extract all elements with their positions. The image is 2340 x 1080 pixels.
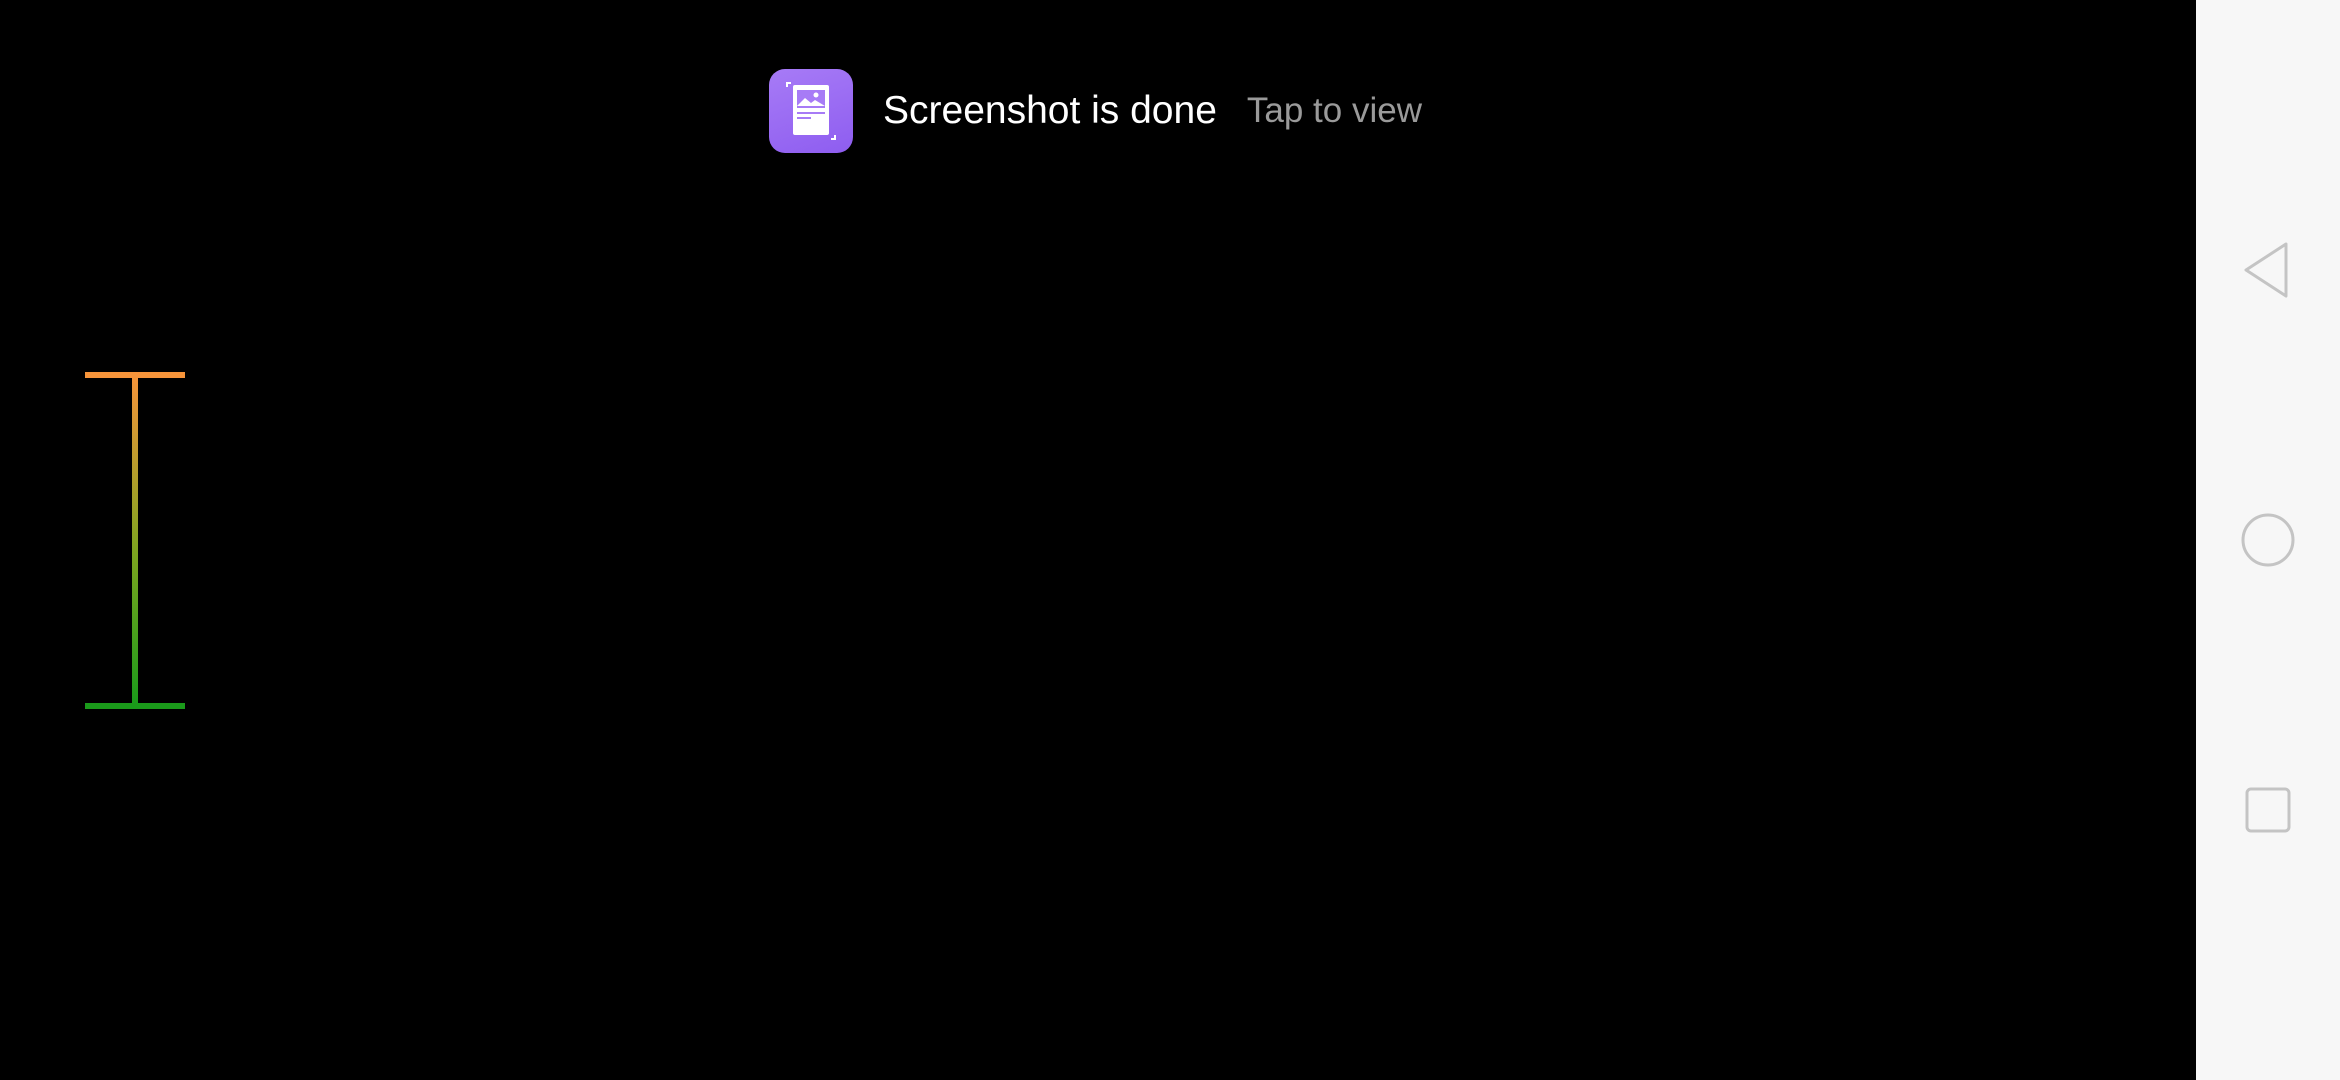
- back-triangle-icon: [2244, 242, 2288, 298]
- navigation-bar: [2196, 0, 2340, 1080]
- screenshot-notification[interactable]: Screenshot is done Tap to view: [769, 69, 1422, 153]
- i-beam-level-icon: [85, 372, 185, 709]
- tap-to-view-link[interactable]: Tap to view: [1247, 91, 1422, 131]
- home-button[interactable]: [2218, 490, 2318, 590]
- screen-area: Screenshot is done Tap to view: [0, 0, 2196, 1080]
- screenshot-icon: [769, 69, 853, 153]
- recents-button[interactable]: [2218, 760, 2318, 860]
- recents-square-icon: [2245, 787, 2291, 833]
- toast-title: Screenshot is done: [883, 89, 1217, 132]
- home-circle-icon: [2241, 513, 2295, 567]
- back-button[interactable]: [2218, 220, 2318, 320]
